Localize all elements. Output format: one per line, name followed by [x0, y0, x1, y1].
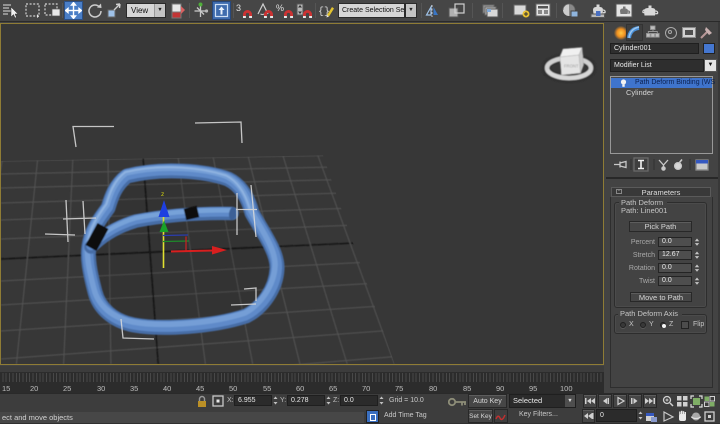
svg-text:3: 3: [236, 3, 241, 13]
svg-text:z: z: [161, 191, 164, 198]
svg-text:%: %: [276, 3, 284, 13]
svg-text:FRONT: FRONT: [564, 64, 579, 69]
